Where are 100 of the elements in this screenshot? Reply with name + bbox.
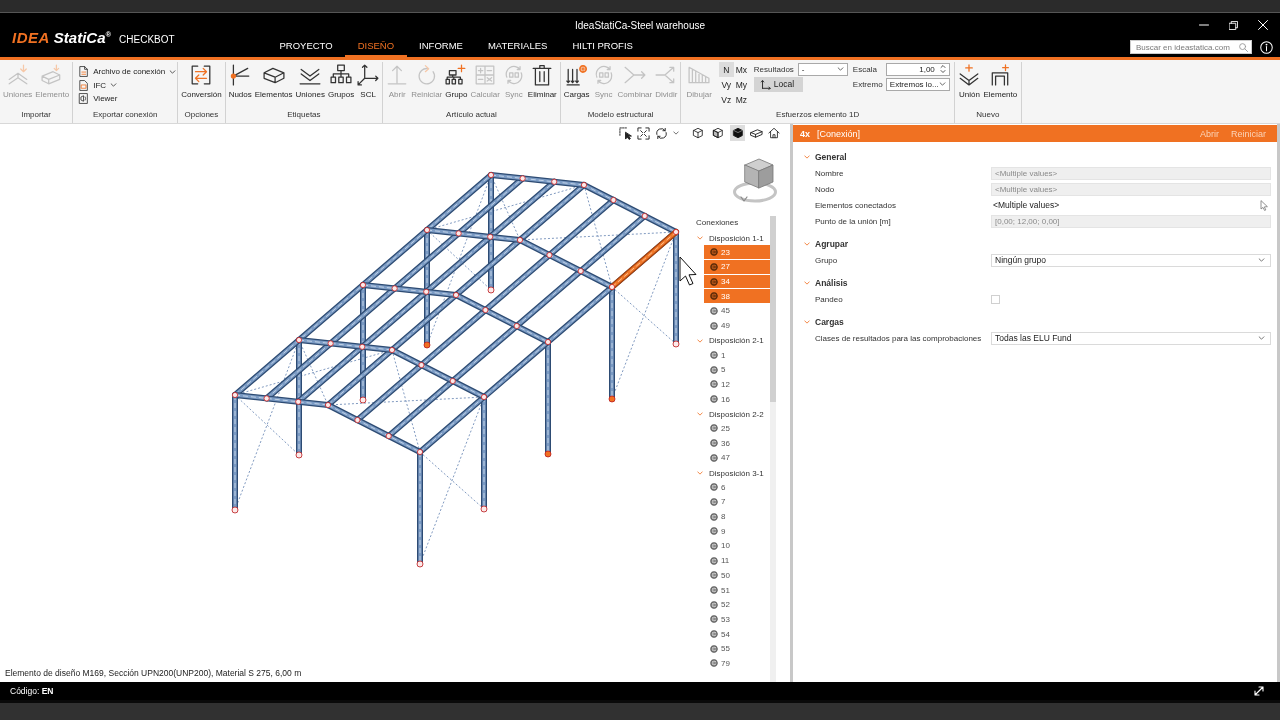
axes-icon bbox=[357, 64, 380, 86]
ribbon-button[interactable]: Eliminar bbox=[526, 62, 558, 99]
mouse-pointer-icon bbox=[679, 256, 697, 286]
ribbon-button[interactable]: Unión bbox=[957, 62, 982, 99]
ribbon-button[interactable]: Grupo bbox=[444, 62, 469, 99]
ribbon-group-label: Etiquetas bbox=[286, 109, 322, 121]
caret-icon bbox=[1258, 336, 1265, 340]
render-mode-button[interactable] bbox=[690, 125, 705, 141]
property-label: Punto de la unión [m] bbox=[815, 216, 892, 226]
home-icon[interactable] bbox=[768, 127, 780, 139]
chevron-icon[interactable] bbox=[697, 235, 703, 242]
expand-icon[interactable] bbox=[1254, 686, 1264, 696]
menu-tab[interactable]: HILTI PROFIS bbox=[559, 37, 646, 57]
render-mode-button[interactable] bbox=[710, 125, 725, 141]
pointer-icon[interactable] bbox=[1260, 199, 1268, 211]
ribbon-button[interactable]: Uniones bbox=[294, 62, 326, 99]
chevron-icon[interactable] bbox=[804, 279, 810, 286]
zoom-extents-icon[interactable] bbox=[637, 126, 650, 140]
reset-icon bbox=[415, 64, 438, 86]
arrow-up-icon bbox=[386, 64, 409, 86]
number-field[interactable]: 1,00 bbox=[885, 62, 950, 76]
caret-icon bbox=[1258, 258, 1265, 262]
menu-tab[interactable]: DISEÑO bbox=[345, 37, 407, 57]
force-toggle[interactable]: Mx bbox=[733, 62, 749, 77]
tree-group[interactable]: Disposición 3-1 bbox=[696, 465, 770, 481]
ribbon-button[interactable]: SCL bbox=[356, 62, 381, 99]
force-toggle[interactable]: My bbox=[733, 77, 749, 92]
section-title: Análisis bbox=[815, 277, 848, 288]
chevron-icon[interactable] bbox=[697, 337, 703, 344]
property-value: <Multiple values> bbox=[993, 200, 1060, 210]
tree-group[interactable]: Disposición 2-2 bbox=[696, 406, 770, 422]
ribbon-group-label: Nuevo bbox=[975, 109, 1001, 121]
model-status-text: Elemento de diseño M169, Sección UPN200(UNP200), Material S 275, 6,00 m bbox=[4, 667, 303, 680]
code-standard-label: Código: EN bbox=[10, 686, 54, 696]
field-label: Resultados bbox=[753, 64, 795, 74]
ribbon-button[interactable]: Grupos bbox=[326, 62, 356, 99]
panel-title: [Conexión] bbox=[817, 128, 862, 139]
ribbon-button[interactable]: Elementos bbox=[253, 62, 294, 99]
dropdown-field[interactable]: Ningún grupo bbox=[991, 253, 1271, 267]
search-field[interactable]: Buscar en ideastatica.com bbox=[1130, 40, 1252, 54]
search-icon[interactable] bbox=[1239, 42, 1248, 52]
calculator-icon bbox=[474, 64, 497, 86]
chevron-icon[interactable] bbox=[697, 411, 703, 418]
chevron-icon[interactable] bbox=[804, 153, 810, 160]
product-name: CHECKBOT bbox=[119, 33, 175, 45]
section-title: Agrupar bbox=[815, 238, 849, 249]
hierarchy-icon bbox=[330, 64, 352, 86]
ribbon-menu-button[interactable]: Viewer bbox=[78, 92, 118, 106]
close-icon[interactable] bbox=[1258, 20, 1268, 30]
restore-icon[interactable] bbox=[1229, 20, 1238, 30]
ribbon-button[interactable]: Nudos bbox=[227, 62, 253, 99]
swap-arrows-icon bbox=[190, 64, 213, 86]
ribbon-menu-button[interactable]: Archivo de conexión bbox=[78, 65, 177, 79]
menu-tab[interactable]: INFORME bbox=[406, 37, 476, 57]
ribbon-menu-button[interactable]: IFC bbox=[78, 78, 118, 92]
dropdown-field[interactable]: Todas las ELU Fund bbox=[991, 331, 1271, 345]
chevron-icon[interactable] bbox=[804, 318, 810, 325]
force-toggle[interactable]: N bbox=[718, 62, 734, 77]
node-lines-icon bbox=[229, 64, 252, 86]
scrollbar[interactable] bbox=[770, 216, 776, 682]
hatched-diagram-icon bbox=[688, 64, 711, 86]
spinner-arrows-icon[interactable] bbox=[939, 64, 946, 74]
chevron-icon[interactable] bbox=[804, 240, 810, 247]
load-arrows-icon bbox=[565, 64, 588, 86]
local-axes-toggle[interactable]: Local bbox=[753, 76, 804, 92]
field-label: Escala bbox=[852, 64, 878, 74]
dropdown-field[interactable]: Extremos lo... bbox=[885, 77, 950, 91]
dropdown-field[interactable]: - bbox=[797, 62, 848, 76]
ribbon-button[interactable]: Elemento bbox=[982, 62, 1019, 99]
force-toggle[interactable]: Vy bbox=[718, 77, 734, 92]
ribbon-button[interactable]: Cargas bbox=[562, 62, 591, 99]
view-cube[interactable] bbox=[733, 157, 777, 203]
property-label: Pandeo bbox=[815, 294, 844, 304]
property-label: Clases de resultados para las comprobaciones bbox=[815, 333, 983, 343]
file-icon bbox=[78, 66, 90, 78]
menu-tab[interactable]: PROYECTO bbox=[267, 37, 346, 57]
render-mode-button[interactable] bbox=[730, 125, 745, 141]
axes-icon bbox=[759, 78, 771, 90]
property-label: Nombre bbox=[815, 168, 845, 178]
checkbox[interactable] bbox=[991, 294, 1000, 304]
trash-icon bbox=[531, 64, 554, 86]
select-region-icon[interactable] bbox=[619, 126, 632, 140]
ribbon-group-label: Modelo estructural bbox=[586, 109, 655, 121]
tree-group[interactable]: Disposición 1-1 bbox=[696, 230, 770, 246]
section-title: General bbox=[815, 151, 847, 162]
force-toggle[interactable]: Vz bbox=[718, 92, 734, 107]
chevron-icon[interactable] bbox=[697, 470, 703, 477]
info-icon[interactable] bbox=[1260, 40, 1273, 54]
rotate-icon[interactable] bbox=[655, 126, 668, 140]
ribbon-button[interactable]: Conversión bbox=[180, 62, 223, 99]
ribbon-group-label: Esfuerzos elemento 1D bbox=[775, 109, 861, 121]
section-title: Cargas bbox=[815, 316, 844, 327]
joint-arrow-icon bbox=[6, 64, 29, 86]
tree-group[interactable]: Disposición 2-1 bbox=[696, 333, 770, 349]
force-toggle[interactable]: Mz bbox=[733, 92, 749, 107]
box-view-icon[interactable] bbox=[750, 126, 763, 140]
menu-tab[interactable]: MATERIALES bbox=[475, 37, 560, 57]
page-icon bbox=[78, 93, 90, 105]
property-label: Nodo bbox=[815, 184, 836, 194]
ribbon-group-label: Opciones bbox=[183, 109, 220, 121]
